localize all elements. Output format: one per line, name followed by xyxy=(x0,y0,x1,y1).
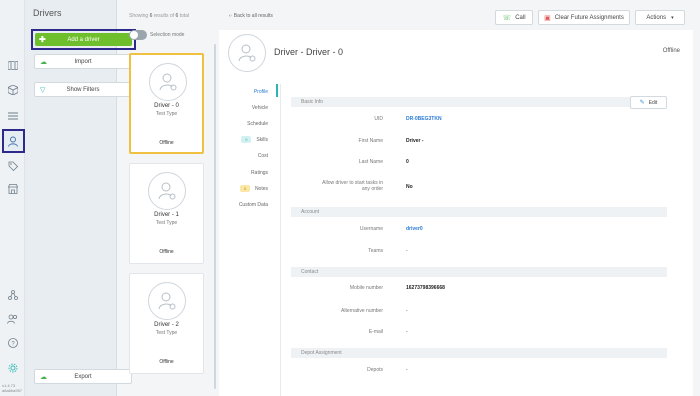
allow-any-order-value: No xyxy=(406,184,413,190)
back-arrow-icon: ‹· xyxy=(229,13,233,19)
icon-rail: ? v1.4.73 a8a6ba957 xyxy=(0,0,25,396)
driver-list: Showing 6 results of 6 total Selection m… xyxy=(118,0,218,396)
tab-notes[interactable]: 0 Notes xyxy=(239,185,268,192)
list-icon[interactable] xyxy=(5,108,20,123)
tab-profile[interactable]: Profile xyxy=(254,89,268,95)
package-icon[interactable] xyxy=(5,82,20,97)
clear-label: Clear Future Assignments xyxy=(554,14,624,21)
first-name-label: First Name xyxy=(358,138,383,144)
teams-value: - xyxy=(406,248,408,254)
import-label: Import xyxy=(74,58,92,65)
notes-count-badge: 0 xyxy=(239,185,250,192)
driver-card-status: Offline xyxy=(159,359,174,365)
driver-avatar-icon xyxy=(148,172,186,210)
chevron-down-icon: ▾ xyxy=(671,14,674,21)
filter-icon: ▽ xyxy=(40,86,46,94)
tab-ratings[interactable]: Ratings xyxy=(251,170,268,176)
driver-avatar-icon xyxy=(148,282,186,320)
cloud-download-icon: ☁ xyxy=(40,373,47,381)
section-contact: Contact xyxy=(291,267,667,277)
help-icon[interactable]: ? xyxy=(5,335,20,350)
clear-future-assignments-button[interactable]: ▣ Clear Future Assignments xyxy=(538,10,630,25)
actions-label: Actions xyxy=(646,14,667,21)
drivers-icon[interactable] xyxy=(2,129,25,153)
teams-label: Teams xyxy=(368,248,383,254)
actions-dropdown[interactable]: Actions ▾ xyxy=(635,10,685,25)
selection-mode-label: Selection mode xyxy=(150,32,185,38)
svg-text:?: ? xyxy=(11,341,15,347)
first-name-value: Driver - xyxy=(406,138,424,144)
phone-icon: ☏ xyxy=(502,14,512,22)
version-label: v1.4.73 a8a6ba957 xyxy=(2,383,23,393)
call-label: Call xyxy=(515,14,526,21)
section-basic-info: Basic Info xyxy=(291,97,667,107)
uid-value: DR-0BEG3TKN xyxy=(406,116,442,122)
tab-custom-data[interactable]: Custom Data xyxy=(239,202,268,208)
plus-icon: ✚ xyxy=(39,35,46,44)
driver-title: Driver - Driver - 0 xyxy=(274,47,343,57)
route-network-icon[interactable] xyxy=(5,287,20,302)
mobile-label: Mobile number xyxy=(349,285,383,291)
driver-card-type: Test Type xyxy=(155,220,178,226)
driver-card-name: Driver - 1 xyxy=(154,212,179,218)
add-driver-label: Add a driver xyxy=(67,36,100,43)
back-link[interactable]: ‹· Back to all results xyxy=(229,13,273,19)
settings-icon[interactable] xyxy=(5,360,20,375)
panel-title: Drivers xyxy=(33,8,62,18)
store-icon[interactable] xyxy=(5,181,20,196)
driver-card-name: Driver - 2 xyxy=(154,322,179,328)
cloud-upload-icon: ☁ xyxy=(40,58,47,66)
drivers-panel: Drivers ✚ Add a driver ☁ Import ▽ Show F… xyxy=(25,0,136,396)
profile-content: Basic Info ✎ Edit UID DR-0BEG3TKN First … xyxy=(280,84,693,396)
tab-cost[interactable]: Cost xyxy=(258,153,268,159)
active-tab-indicator xyxy=(276,84,278,97)
username-label: Username xyxy=(359,226,383,232)
driver-avatar-icon xyxy=(149,63,187,101)
section-depot-assignment: Depot Assignment xyxy=(291,348,667,358)
edit-label: Edit xyxy=(648,99,658,106)
selection-mode-toggle[interactable] xyxy=(129,30,147,40)
list-scrollbar[interactable] xyxy=(214,44,216,389)
tags-icon[interactable] xyxy=(5,158,20,173)
show-filters-label: Show Filters xyxy=(66,86,100,93)
driver-card-status: Offline xyxy=(159,249,174,255)
alternative-number-label: Alternative number xyxy=(341,308,383,314)
section-account: Account xyxy=(291,207,667,217)
depots-label: Depots xyxy=(367,367,383,373)
driver-detail: Driver - Driver - 0 Offline Profile Vehi… xyxy=(219,30,693,396)
last-name-value: 0 xyxy=(406,159,409,165)
tab-vehicle[interactable]: Vehicle xyxy=(252,105,268,111)
map-icon[interactable] xyxy=(5,58,20,73)
skills-count-badge: 0 xyxy=(241,136,252,143)
alternative-number-value: - xyxy=(406,308,408,314)
allow-any-order-label: Allow driver to start tasks in any order xyxy=(322,180,383,192)
back-link-label: Back to all results xyxy=(233,13,273,19)
edit-icon: ✎ xyxy=(639,100,645,106)
results-count: Showing 6 results of 6 total xyxy=(129,13,190,19)
tab-schedule[interactable]: Schedule xyxy=(247,121,268,127)
driver-card-type: Test Type xyxy=(155,111,178,117)
tab-skills[interactable]: 0 Skills xyxy=(241,136,268,143)
edit-button[interactable]: ✎ Edit xyxy=(630,96,667,109)
driver-card-type: Test Type xyxy=(155,330,178,336)
email-label: E-mail xyxy=(368,329,383,335)
depots-value: - xyxy=(406,367,408,373)
driver-card[interactable]: Driver - 2 Test Type Offline xyxy=(129,273,204,374)
clear-calendar-icon: ▣ xyxy=(544,14,551,22)
driver-card[interactable]: Driver - 1 Test Type Offline xyxy=(129,163,204,264)
driver-avatar-icon xyxy=(228,34,266,72)
driver-card-status: Offline xyxy=(159,140,174,146)
mobile-value: 16273798396668 xyxy=(406,285,445,291)
username-value: driver0 xyxy=(406,226,423,232)
driver-status: Offline xyxy=(662,48,680,54)
users-icon[interactable] xyxy=(5,311,20,326)
driver-card-name: Driver - 0 xyxy=(154,103,179,109)
driver-card[interactable]: Driver - 0 Test Type Offline xyxy=(129,53,204,154)
last-name-label: Last Name xyxy=(358,159,383,165)
uid-label: UID xyxy=(374,116,383,122)
export-label: Export xyxy=(74,373,92,380)
call-button[interactable]: ☏ Call xyxy=(495,10,533,25)
email-value: - xyxy=(406,329,408,335)
